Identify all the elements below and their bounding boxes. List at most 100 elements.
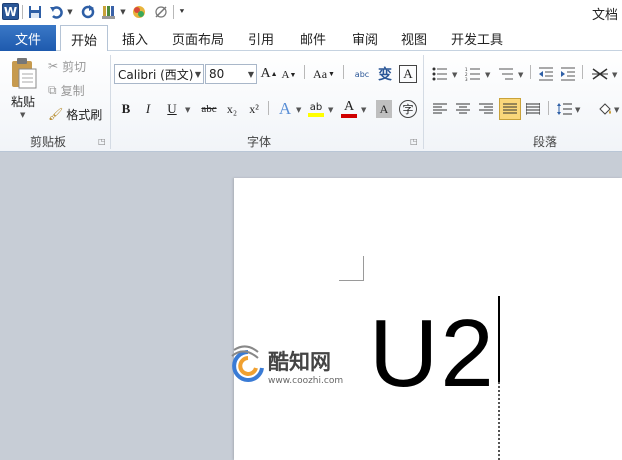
pinyin-icon: abc: [354, 69, 370, 79]
shading-button[interactable]: [596, 98, 614, 120]
justify-button[interactable]: [499, 98, 521, 120]
tab-mailings[interactable]: 邮件: [292, 25, 334, 51]
asian-layout-dropdown-icon[interactable]: ▼: [612, 71, 617, 79]
align-right-button[interactable]: [477, 99, 495, 119]
font-size-value: 80: [209, 67, 225, 81]
separator: [530, 65, 531, 79]
distributed-button[interactable]: [524, 99, 542, 119]
shrink-font-icon: A: [281, 69, 290, 81]
clipboard-launcher-icon[interactable]: ◳: [98, 137, 106, 146]
chevron-down-icon: ▼: [194, 70, 201, 79]
highlight-button[interactable]: ab: [306, 98, 326, 120]
svg-text:3: 3: [465, 77, 468, 81]
paste-icon[interactable]: [6, 55, 42, 91]
char-shading-button[interactable]: A: [376, 100, 392, 118]
char-border-button[interactable]: A: [399, 65, 417, 83]
watermark-url: www.coozhi.com: [268, 376, 344, 386]
save-icon[interactable]: [27, 3, 43, 21]
paste-dropdown-icon[interactable]: ▼: [20, 111, 25, 119]
format-painter-button[interactable]: 🖌 格式刷: [48, 106, 108, 122]
tab-review[interactable]: 审阅: [344, 25, 386, 51]
qa-separator: [22, 5, 23, 19]
cursor-guide: [498, 382, 500, 460]
grow-font-button[interactable]: A ▲: [260, 65, 277, 83]
font-size-combo[interactable]: 80 ▼: [205, 64, 257, 84]
bullets-dropdown-icon[interactable]: ▼: [452, 71, 457, 79]
copy-button[interactable]: ⧉ 复制: [48, 82, 100, 98]
redo-icon[interactable]: [80, 3, 96, 21]
undo-dropdown-icon[interactable]: ▼: [66, 3, 74, 21]
scissors-icon: ✂: [48, 59, 59, 73]
cut-button[interactable]: ✂ 剪切: [48, 58, 100, 74]
highlight-color-bar: [308, 112, 324, 117]
tab-references[interactable]: 引用: [240, 25, 282, 51]
align-center-button[interactable]: [454, 99, 472, 119]
italic-button[interactable]: I: [140, 99, 156, 119]
phonetic-guide-button[interactable]: 变: [376, 64, 394, 84]
separator: [582, 65, 583, 79]
shading-dropdown-icon[interactable]: ▼: [614, 106, 619, 114]
document-workspace: U2 酷知网 www.coozhi.com: [0, 152, 622, 460]
underline-dropdown-icon[interactable]: ▼: [185, 106, 190, 114]
paragraph-group-label: 段落: [533, 135, 558, 149]
text-effects-button[interactable]: A: [276, 98, 294, 120]
painter-dropdown-icon[interactable]: ▼: [119, 3, 127, 21]
font-group-label: 字体: [247, 135, 272, 149]
group-separator: [110, 55, 111, 149]
increase-indent-button[interactable]: [559, 65, 577, 83]
line-spacing-dropdown-icon[interactable]: ▼: [575, 106, 580, 114]
qa-separator: [173, 5, 174, 19]
brush-icon: 🖌: [48, 107, 64, 121]
superscript-button[interactable]: x²: [245, 99, 263, 119]
underline-button[interactable]: U: [164, 99, 180, 119]
asian-layout-button[interactable]: [590, 65, 610, 83]
font-color-button[interactable]: A: [340, 98, 358, 120]
align-left-button[interactable]: [431, 99, 449, 119]
font-color-dropdown-icon[interactable]: ▼: [361, 106, 366, 114]
decrease-indent-button[interactable]: [537, 65, 555, 83]
text-effects-dropdown-icon[interactable]: ▼: [296, 106, 301, 114]
undo-icon[interactable]: [48, 3, 66, 21]
ribbon: 粘贴 ▼ ✂ 剪切 ⧉ 复制 🖌 格式刷 剪贴板 ◳ Calibri (西文) ▼ 8…: [0, 51, 622, 152]
document-text[interactable]: U2: [369, 304, 496, 404]
bold-button[interactable]: B: [118, 99, 134, 119]
watermark-logo-icon: [231, 345, 264, 382]
color-icon[interactable]: [131, 3, 147, 21]
change-case-button[interactable]: Aa ▼: [312, 65, 336, 83]
change-case-icon: Aa: [313, 66, 328, 81]
tab-home[interactable]: 开始: [60, 25, 108, 52]
strikethrough-button[interactable]: abc: [197, 99, 221, 119]
ribbon-tabs: 文件 开始 插入 页面布局 引用 邮件 审阅 视图 开发工具: [0, 25, 622, 52]
separator: [548, 101, 549, 115]
numbering-button[interactable]: 123: [464, 65, 482, 83]
tab-insert[interactable]: 插入: [114, 25, 156, 51]
tab-page-layout[interactable]: 页面布局: [166, 25, 230, 51]
word-app-icon[interactable]: W: [2, 3, 19, 20]
clear-formatting-button[interactable]: abc: [352, 64, 372, 84]
customize-toolbar-icon[interactable]: ⯆: [177, 3, 187, 21]
text-cursor: [498, 296, 500, 382]
format-painter-icon[interactable]: [100, 3, 118, 21]
shrink-font-button[interactable]: A ▼: [281, 67, 297, 83]
separator: [304, 65, 305, 79]
document-page[interactable]: U2: [234, 178, 622, 460]
highlight-dropdown-icon[interactable]: ▼: [328, 106, 333, 114]
tab-view[interactable]: 视图: [394, 25, 434, 51]
font-launcher-icon[interactable]: ◳: [410, 137, 418, 146]
paste-button[interactable]: 粘贴: [8, 93, 38, 109]
clear-format-icon[interactable]: [153, 3, 169, 21]
multilevel-list-button[interactable]: [497, 65, 515, 83]
font-name-combo[interactable]: Calibri (西文) ▼: [114, 64, 204, 84]
multilevel-dropdown-icon[interactable]: ▼: [518, 71, 523, 79]
numbering-dropdown-icon[interactable]: ▼: [485, 71, 490, 79]
enclose-chars-button[interactable]: 字: [399, 100, 417, 118]
watermark: 酷知网 www.coozhi.com: [228, 338, 378, 398]
tab-file[interactable]: 文件: [0, 25, 56, 51]
line-spacing-button[interactable]: [555, 99, 573, 119]
grow-font-icon: A: [260, 66, 271, 81]
tab-developer[interactable]: 开发工具: [444, 25, 510, 51]
title-bar: W ▼ ▼ ⯆ 文档: [0, 0, 622, 25]
copy-label: 复制: [60, 83, 85, 98]
bullets-button[interactable]: [431, 65, 449, 83]
subscript-button[interactable]: x₂: [223, 99, 241, 119]
